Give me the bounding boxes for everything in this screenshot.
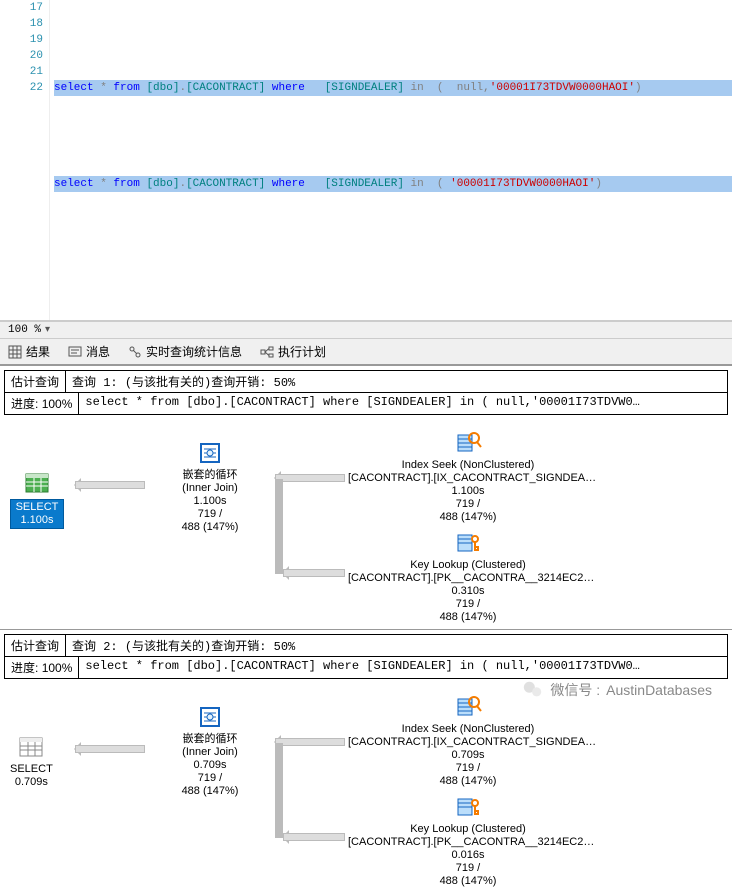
select-label: SELECT	[10, 763, 53, 776]
progress-value: 100%	[42, 397, 73, 411]
select-node[interactable]: SELECT 1.100s	[10, 469, 64, 529]
line-number: 22	[0, 80, 43, 96]
key-lookup-icon	[454, 529, 482, 557]
line-number: 20	[0, 48, 43, 64]
line-number: 21	[0, 64, 43, 80]
line-number: 17	[0, 0, 43, 16]
tab-label: 实时查询统计信息	[146, 343, 242, 360]
query-plan-2: 估计查询 查询 2: (与该批有关的)查询开销: 50% 进度: 100% se…	[0, 629, 732, 893]
query-plan-1: 估计查询 查询 1: (与该批有关的)查询开销: 50% 进度: 100% se…	[0, 365, 732, 629]
select-node[interactable]: SELECT 0.709s	[10, 733, 53, 789]
node-title: 嵌套的循环	[150, 469, 270, 482]
plan-arrow	[75, 745, 145, 753]
node-time: 1.100s	[150, 495, 270, 508]
stats-icon	[128, 345, 142, 359]
plan-header: 估计查询 查询 1: (与该批有关的)查询开销: 50% 进度: 100% se…	[4, 370, 728, 415]
key-lookup-node[interactable]: Key Lookup (Clustered) [CACONTRACT].[PK_…	[348, 529, 588, 624]
query-text: select * from [dbo].[CACONTRACT] where […	[79, 393, 727, 414]
node-time: 0.709s	[150, 759, 270, 772]
line-number: 18	[0, 16, 43, 32]
index-seek-icon	[454, 429, 482, 457]
node-rows-pct: 488 (147%)	[150, 785, 270, 798]
index-seek-icon	[454, 693, 482, 721]
node-rows-pct: 488 (147%)	[348, 775, 588, 788]
grid-icon	[8, 345, 22, 359]
nested-loop-node[interactable]: 嵌套的循环 (Inner Join) 1.100s 719 / 488 (147…	[150, 439, 270, 534]
select-time: 0.709s	[10, 776, 53, 789]
node-rows-pct: 488 (147%)	[348, 511, 588, 524]
tab-live-stats[interactable]: 实时查询统计信息	[124, 341, 246, 362]
plan-arrow	[275, 738, 345, 746]
node-rows: 719 /	[348, 762, 588, 775]
plan-arrow	[75, 481, 145, 489]
node-rows-pct: 488 (147%)	[348, 611, 588, 624]
query-cost-line: 查询 2: (与该批有关的)查询开销: 50%	[66, 635, 727, 656]
node-time: 1.100s	[348, 485, 588, 498]
chevron-down-icon[interactable]: ▾	[45, 324, 50, 336]
node-subtitle: (Inner Join)	[150, 482, 270, 495]
table-icon	[17, 733, 45, 761]
node-title: Index Seek (NonClustered)	[348, 723, 588, 736]
plan-arrow	[283, 833, 345, 841]
table-icon	[23, 469, 51, 497]
tab-label: 执行计划	[278, 343, 326, 360]
node-title: Index Seek (NonClustered)	[348, 459, 588, 472]
exec-plan-icon	[260, 345, 274, 359]
tab-label: 消息	[86, 343, 110, 360]
result-tab-strip: 结果 消息 实时查询统计信息 执行计划	[0, 339, 732, 365]
node-time: 0.016s	[348, 849, 588, 862]
est-label: 估计查询	[5, 371, 66, 392]
node-source: [CACONTRACT].[PK__CACONTRA__3214EC2…	[348, 836, 588, 849]
progress-value: 100%	[42, 661, 73, 675]
node-source: [CACONTRACT].[PK__CACONTRA__3214EC2…	[348, 572, 588, 585]
key-lookup-node[interactable]: Key Lookup (Clustered) [CACONTRACT].[PK_…	[348, 793, 588, 888]
node-title: Key Lookup (Clustered)	[348, 823, 588, 836]
line-gutter: 17 18 19 20 21 22	[0, 0, 50, 320]
progress-label: 进度:	[11, 397, 38, 411]
zoom-value[interactable]: 100 %	[8, 324, 41, 336]
node-time: 0.310s	[348, 585, 588, 598]
plan-canvas[interactable]: SELECT 1.100s 嵌套的循环 (Inner Join) 1.100s …	[0, 419, 732, 629]
node-rows-pct: 488 (147%)	[150, 521, 270, 534]
index-seek-node[interactable]: Index Seek (NonClustered) [CACONTRACT].[…	[348, 693, 588, 788]
node-time: 0.709s	[348, 749, 588, 762]
tab-results[interactable]: 结果	[4, 341, 54, 362]
node-rows-pct: 488 (147%)	[348, 875, 588, 888]
node-title: 嵌套的循环	[150, 733, 270, 746]
node-rows: 719 /	[150, 772, 270, 785]
tab-messages[interactable]: 消息	[64, 341, 114, 362]
plan-canvas[interactable]: SELECT 0.709s 嵌套的循环 (Inner Join) 0.709s …	[0, 683, 732, 893]
sql-editor[interactable]: 17 18 19 20 21 22 select * from [dbo].[C…	[0, 0, 732, 321]
code-area[interactable]: select * from [dbo].[CACONTRACT] where […	[50, 0, 732, 320]
kw-select: select	[54, 82, 94, 94]
plan-arrow	[275, 474, 345, 482]
node-rows: 719 /	[348, 498, 588, 511]
nested-loop-node[interactable]: 嵌套的循环 (Inner Join) 0.709s 719 / 488 (147…	[150, 703, 270, 798]
node-source: [CACONTRACT].[IX_CACONTRACT_SIGNDEA…	[348, 472, 588, 485]
index-seek-node[interactable]: Index Seek (NonClustered) [CACONTRACT].[…	[348, 429, 588, 524]
tab-execution-plan[interactable]: 执行计划	[256, 341, 330, 362]
messages-icon	[68, 345, 82, 359]
plan-arrow	[275, 743, 283, 838]
progress-label: 进度:	[11, 661, 38, 675]
est-label: 估计查询	[5, 635, 66, 656]
select-cost-box: SELECT 1.100s	[10, 499, 64, 529]
node-rows: 719 /	[150, 508, 270, 521]
key-lookup-icon	[454, 793, 482, 821]
node-subtitle: (Inner Join)	[150, 746, 270, 759]
plan-arrow	[275, 479, 283, 574]
plan-arrow	[283, 569, 345, 577]
tab-label: 结果	[26, 343, 50, 360]
node-title: Key Lookup (Clustered)	[348, 559, 588, 572]
nested-loop-icon	[196, 439, 224, 467]
zoom-bar: 100 % ▾	[0, 321, 732, 339]
node-source: [CACONTRACT].[IX_CACONTRACT_SIGNDEA…	[348, 736, 588, 749]
line-number: 19	[0, 32, 43, 48]
query-cost-line: 查询 1: (与该批有关的)查询开销: 50%	[66, 371, 727, 392]
node-rows: 719 /	[348, 862, 588, 875]
node-rows: 719 /	[348, 598, 588, 611]
query-text: select * from [dbo].[CACONTRACT] where […	[79, 657, 727, 678]
nested-loop-icon	[196, 703, 224, 731]
plan-header: 估计查询 查询 2: (与该批有关的)查询开销: 50% 进度: 100% se…	[4, 634, 728, 679]
